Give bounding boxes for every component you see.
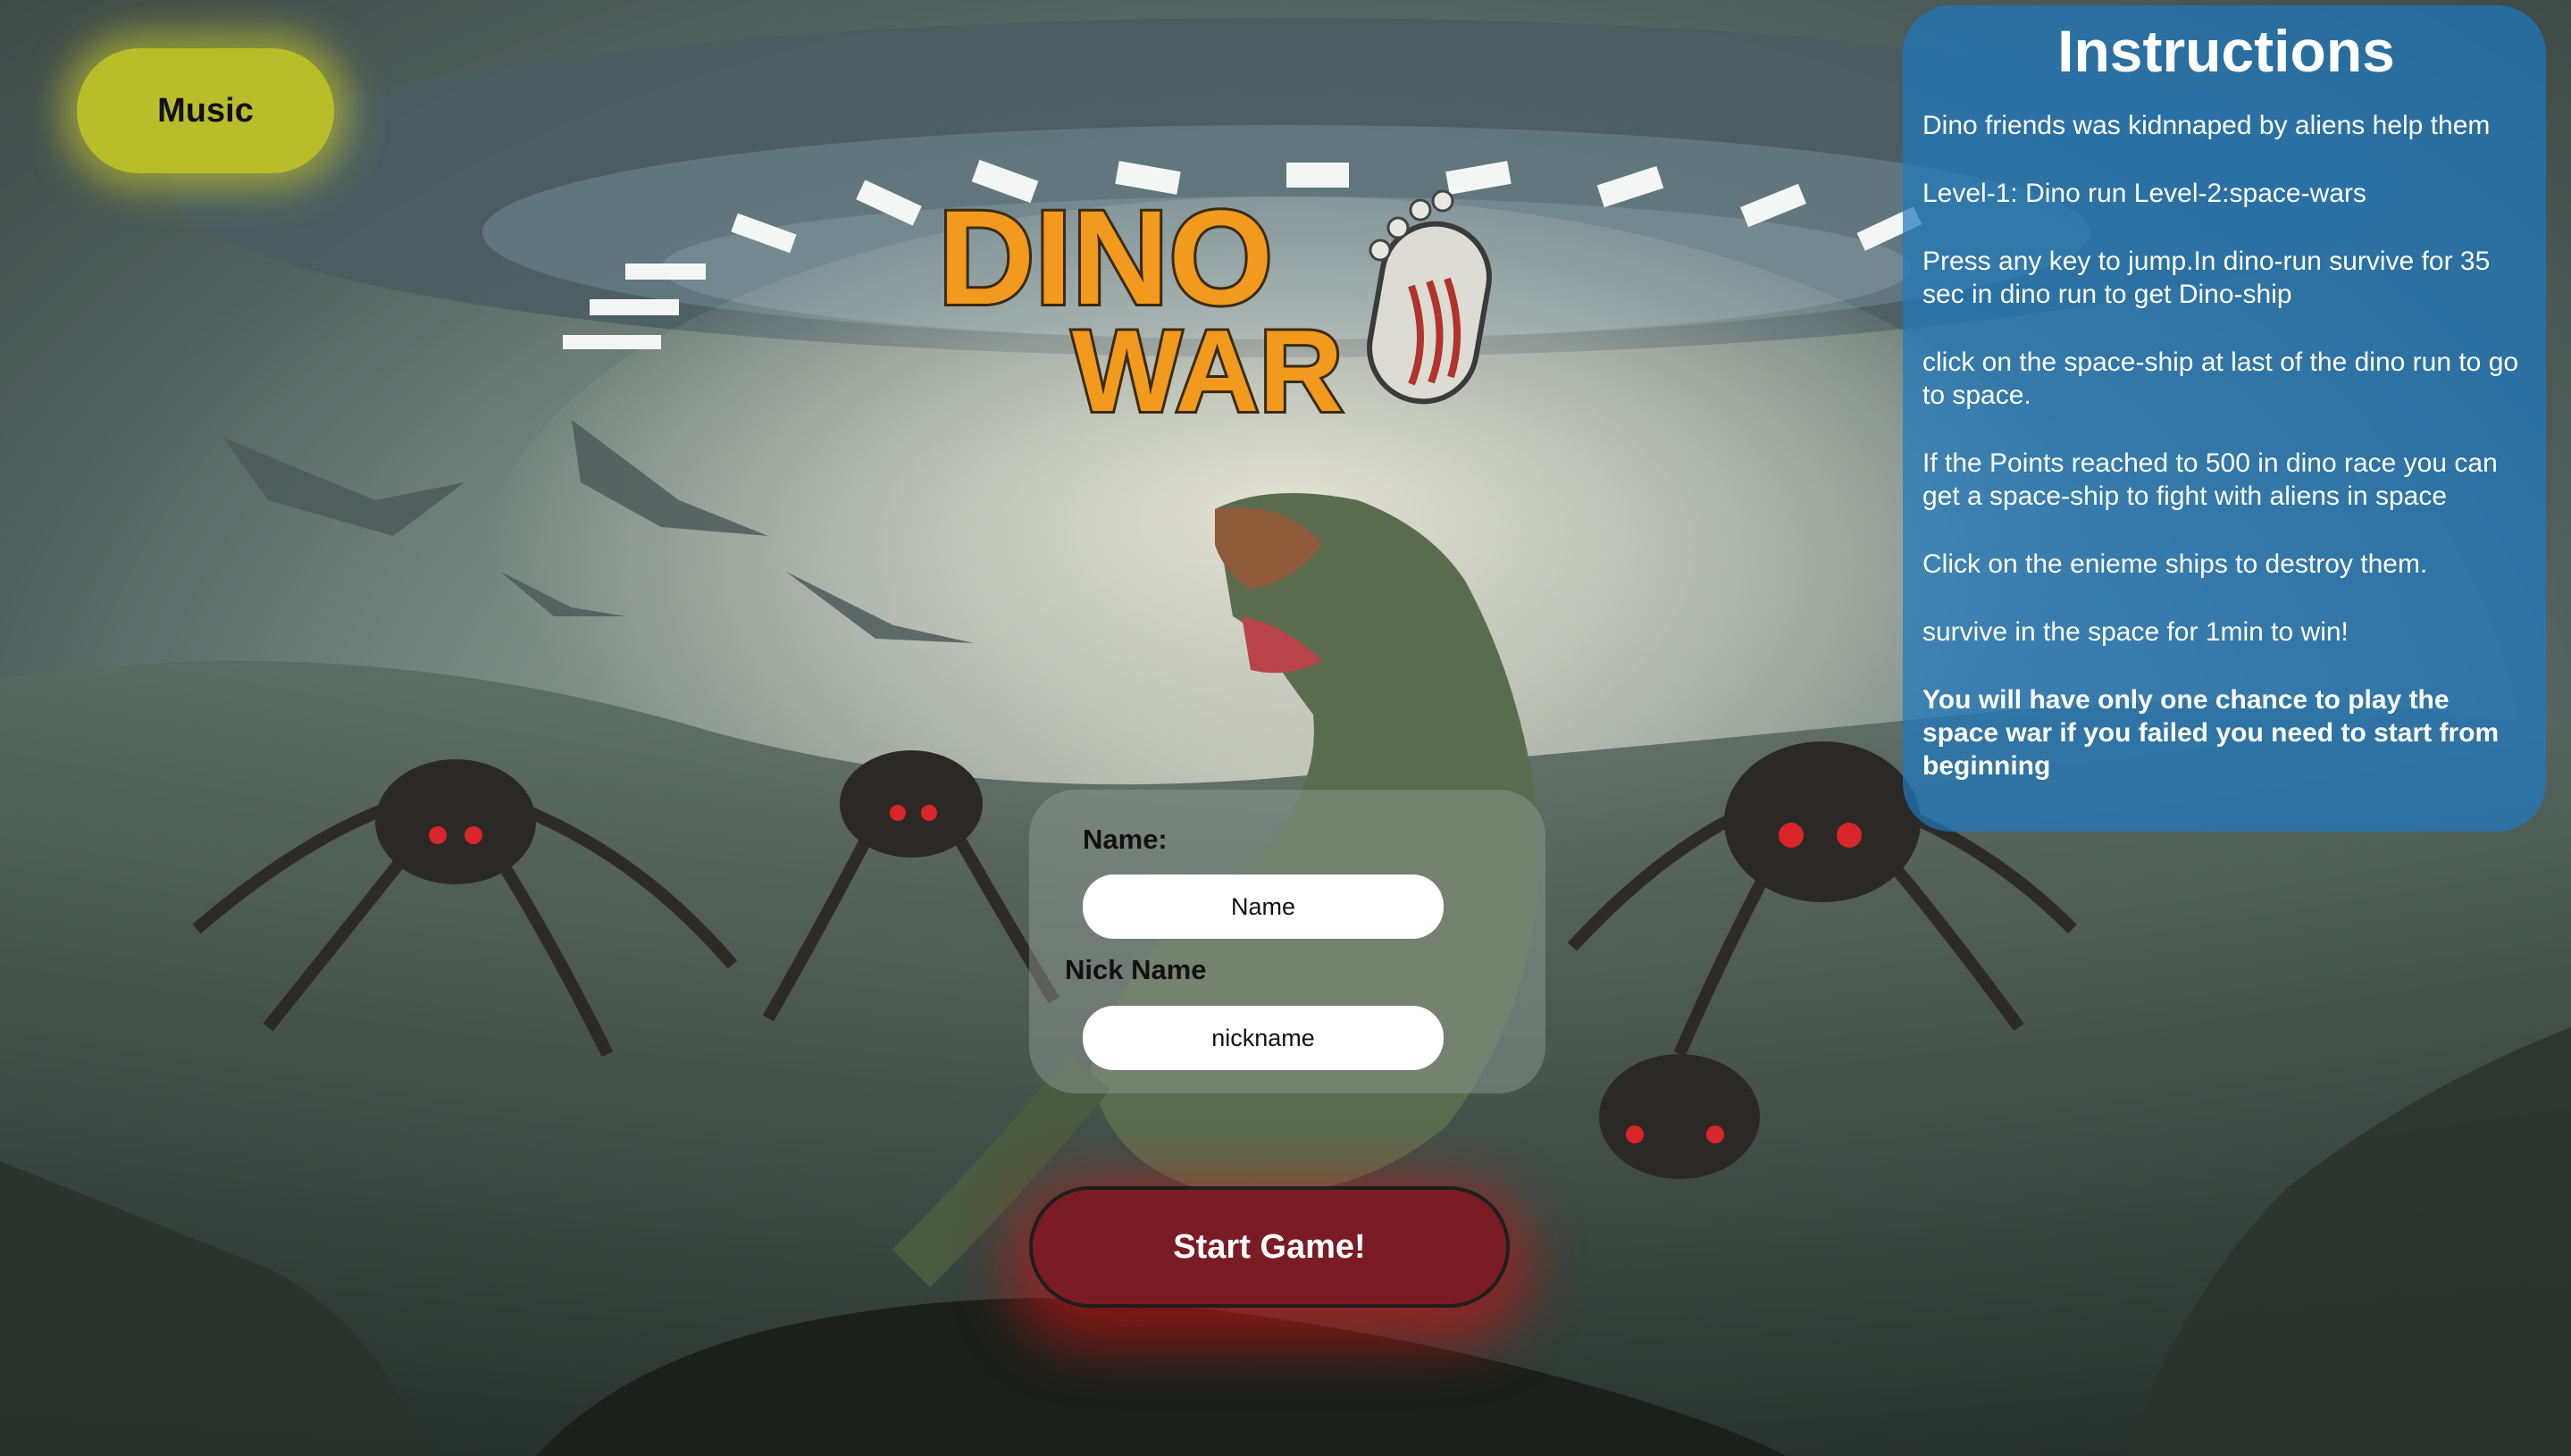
instruction-warning: You will have only one chance to play th… [1922,685,2500,781]
music-button[interactable]: Music [77,48,334,173]
player-form: Name: Nick Name [1029,790,1545,1093]
start-game-button[interactable]: Start Game! [1029,1186,1510,1308]
name-input[interactable] [1083,874,1444,939]
instruction-line: click on the space-ship at last of the d… [1922,347,2519,410]
instruction-line: Dino friends was kidnnaped by aliens hel… [1922,111,2491,140]
game-start-screen: Music DINO WAR Instructions Dino friends… [0,0,2571,1456]
instructions-title: Instructions [2057,18,2395,84]
instruction-line: survive in the space for 1min to win! [1922,617,2349,647]
instruction-line: Level-1: Dino run Level-2:space-wars [1922,179,2366,208]
dog-tag-icon [1367,189,1492,405]
name-label: Name: [1083,824,1168,855]
dino-war-logo: DINO WAR [929,179,1519,439]
instruction-line: If the Points reached to 500 in dino rac… [1922,448,2498,511]
nickname-input[interactable] [1083,1006,1444,1070]
instruction-line: Press any key to jump.In dino-run surviv… [1922,247,2491,309]
instruction-line: Click on the enieme ships to destroy the… [1922,549,2428,579]
logo-line-war: WAR [1072,305,1343,436]
nickname-label: Nick Name [1065,954,1207,985]
instructions-panel: Instructions Dino friends was kidnnaped … [1903,5,2546,832]
